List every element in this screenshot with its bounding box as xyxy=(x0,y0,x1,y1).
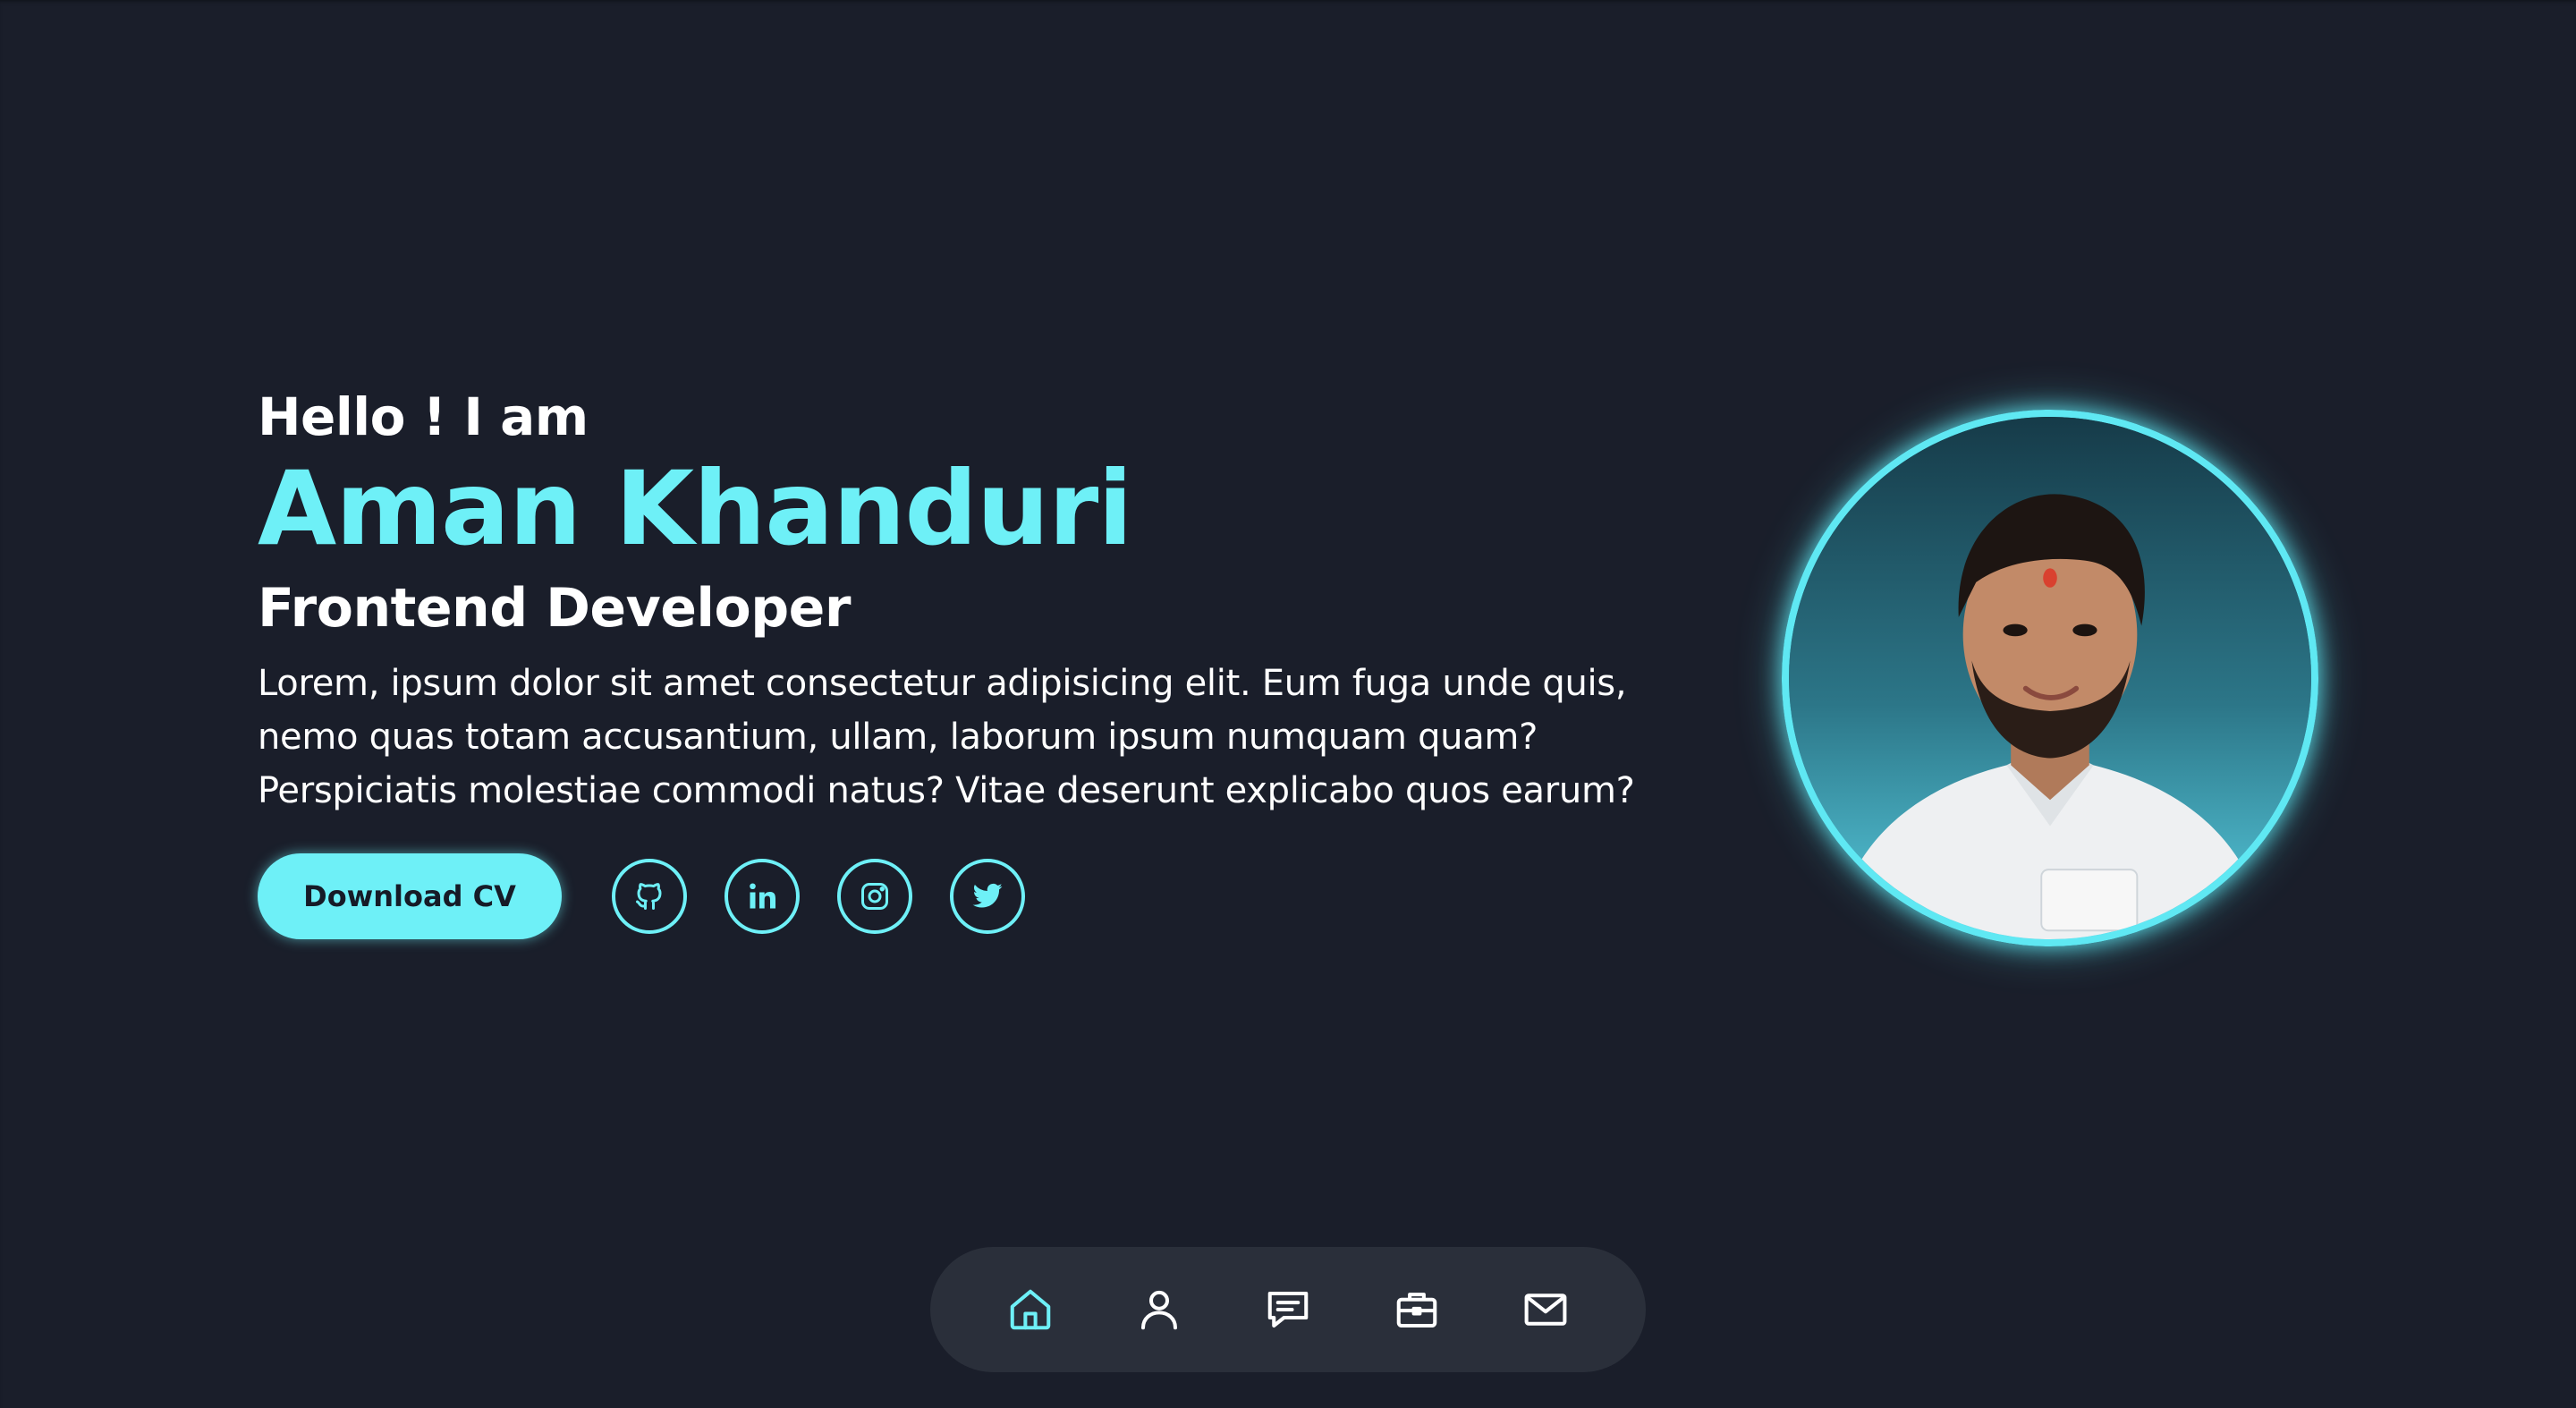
instagram-icon xyxy=(861,883,888,910)
bottom-nav-dock xyxy=(930,1247,1646,1372)
mail-icon xyxy=(1524,1293,1567,1326)
hero-name: Aman Khanduri xyxy=(258,449,1132,568)
message-icon xyxy=(1267,1291,1309,1328)
social-links xyxy=(612,859,1063,934)
hero-description: Lorem, ipsum dolor sit amet consectetur … xyxy=(258,663,1635,811)
profile-portrait xyxy=(1789,417,2311,939)
briefcase-icon xyxy=(1396,1293,1437,1328)
nav-portfolio[interactable] xyxy=(1352,1265,1481,1354)
profile-photo xyxy=(1782,410,2318,946)
hero-section: Hello ! I am Aman Khanduri Frontend Deve… xyxy=(258,383,1707,939)
linkedin-link[interactable] xyxy=(724,859,800,934)
nav-home[interactable] xyxy=(966,1265,1095,1354)
twitter-icon xyxy=(972,883,1003,908)
nav-contact[interactable] xyxy=(1481,1265,1610,1354)
github-link[interactable] xyxy=(612,859,687,934)
user-icon xyxy=(1140,1290,1178,1330)
linkedin-icon xyxy=(750,883,775,909)
nav-testimonials[interactable] xyxy=(1224,1265,1352,1354)
nav-about[interactable] xyxy=(1095,1265,1224,1354)
hero-actions: Download CV xyxy=(258,853,1707,939)
download-cv-button[interactable]: Download CV xyxy=(258,853,562,939)
hero-role: Frontend Developer xyxy=(258,577,851,640)
instagram-link[interactable] xyxy=(837,859,912,934)
greeting-text: Hello ! I am xyxy=(258,386,589,447)
home-icon xyxy=(1010,1289,1051,1330)
github-icon xyxy=(636,883,662,910)
twitter-link[interactable] xyxy=(950,859,1025,934)
